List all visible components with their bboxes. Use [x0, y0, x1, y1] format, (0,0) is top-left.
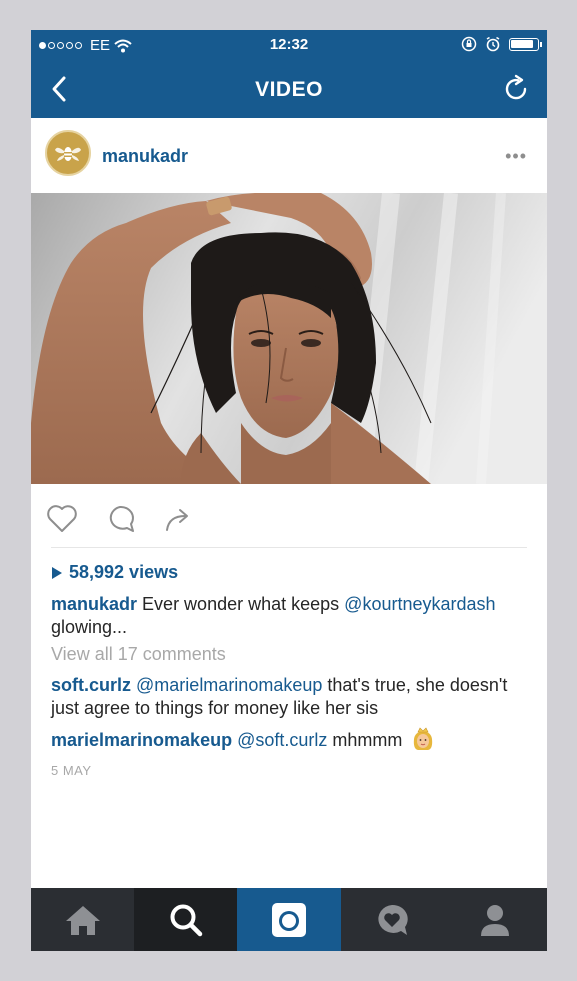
- video-frame: [31, 193, 547, 484]
- status-right: [461, 36, 542, 52]
- tab-profile[interactable]: [443, 888, 547, 951]
- tab-bar: [31, 888, 547, 951]
- nav-bar: VIDEO: [31, 60, 547, 118]
- bee-logo-icon: [55, 147, 81, 161]
- profile-icon: [481, 904, 510, 936]
- more-options-button[interactable]: •••: [505, 146, 527, 167]
- tab-activity[interactable]: [340, 888, 444, 951]
- home-icon: [65, 905, 100, 935]
- view-count[interactable]: 58,992 views: [51, 562, 178, 583]
- share-arrow-icon[interactable]: [161, 502, 195, 536]
- tab-home[interactable]: [31, 888, 135, 951]
- video-player[interactable]: [31, 193, 547, 484]
- caption-username[interactable]: manukadr: [51, 594, 137, 614]
- caption-text-1: Ever wonder what keeps: [142, 594, 340, 614]
- rotation-lock-icon: [461, 36, 477, 52]
- comment-mention[interactable]: @soft.curlz: [237, 730, 327, 750]
- comment-username[interactable]: marielmarinomakeup: [51, 730, 232, 750]
- activity-icon: [378, 904, 408, 935]
- post-actions: [31, 484, 547, 548]
- view-count-label: 58,992 views: [69, 562, 179, 582]
- comment-mention[interactable]: @marielmarinomakeup: [136, 675, 322, 695]
- play-icon: [52, 566, 62, 579]
- comment-bubble-icon[interactable]: [103, 502, 137, 536]
- page-title: VIDEO: [255, 78, 323, 101]
- comment: soft.curlz @marielmarinomakeup that's tr…: [51, 674, 531, 720]
- avatar[interactable]: [45, 130, 91, 176]
- post-date: 5 MAY: [51, 763, 92, 778]
- phone-screen: EE 12:32 VIDEO manukadr ••• 58,992 views…: [31, 30, 547, 951]
- status-bar: EE 12:32: [31, 30, 547, 60]
- camera-icon: [271, 902, 306, 937]
- like-heart-icon[interactable]: [45, 502, 79, 536]
- post-username[interactable]: manukadr: [102, 146, 188, 167]
- comment-username[interactable]: soft.curlz: [51, 675, 131, 695]
- view-all-comments-link[interactable]: View all 17 comments: [51, 644, 226, 665]
- search-icon: [170, 904, 203, 936]
- battery-icon: [509, 37, 542, 51]
- comment: marielmarinomakeup @soft.curlz mhmmm: [51, 727, 531, 752]
- tab-camera[interactable]: [237, 888, 341, 951]
- caption-text-2: glowing...: [51, 617, 128, 637]
- alarm-icon: [486, 36, 500, 52]
- princess-emoji-icon: [414, 727, 433, 750]
- post-caption: manukadr Ever wonder what keeps @kourtne…: [51, 593, 531, 639]
- comment-text: mhmmm: [332, 730, 403, 750]
- post-header: manukadr •••: [31, 118, 547, 192]
- caption-mention[interactable]: @kourtneykardash: [344, 594, 495, 614]
- divider: [51, 547, 527, 548]
- refresh-button[interactable]: [501, 74, 531, 104]
- tab-search[interactable]: [134, 888, 238, 951]
